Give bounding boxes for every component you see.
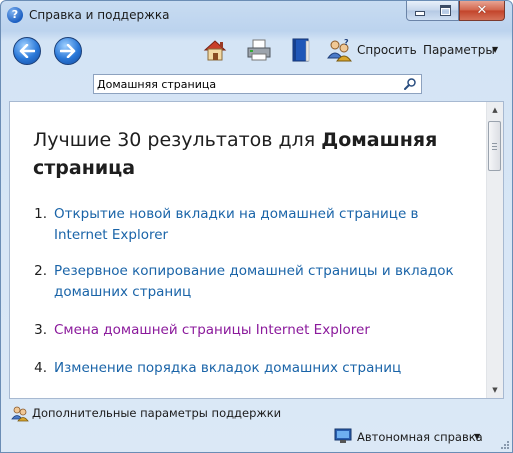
close-button[interactable]: ✕ (459, 1, 505, 21)
maximize-button[interactable] (433, 1, 459, 21)
resize-grip-icon[interactable] (500, 440, 510, 450)
monitor-icon (334, 428, 352, 443)
toolbar: ? Спросить Параметры ▼ (1, 31, 512, 67)
result-number: 1. (34, 206, 47, 222)
result-link[interactable]: Резервное копирование домашней страницы … (54, 261, 454, 303)
scrollbar-thumb[interactable] (488, 121, 501, 171)
search-icon[interactable] (403, 77, 417, 91)
arrow-right-icon (60, 44, 76, 58)
help-content: Лучшие 30 результатов для Домашняя стран… (9, 101, 504, 399)
title-bar: ? Справка и поддержка ✕ (1, 1, 512, 29)
result-number: 2. (34, 263, 47, 279)
printer-icon (247, 39, 271, 61)
people-icon (11, 406, 29, 422)
browse-help-button[interactable] (286, 36, 314, 64)
home-button[interactable] (201, 36, 229, 64)
vertical-scrollbar[interactable]: ▲ ▼ (486, 102, 503, 398)
result-link[interactable]: Изменение порядка вкладок домашних стран… (54, 358, 454, 379)
scroll-up-icon[interactable]: ▲ (487, 102, 503, 118)
svg-text:?: ? (344, 38, 349, 47)
window-title: Справка и поддержка (29, 8, 170, 22)
result-number: 4. (34, 360, 47, 376)
options-menu[interactable]: Параметры (423, 43, 495, 57)
forward-button[interactable] (54, 37, 82, 65)
chevron-down-icon[interactable]: ▼ (474, 432, 480, 441)
results-heading: Лучшие 30 результатов для Домашняя стран… (33, 126, 473, 182)
results-heading-prefix: Лучшие 30 результатов для (33, 129, 322, 151)
arrow-left-icon (19, 44, 35, 58)
close-icon: ✕ (476, 3, 488, 18)
ask-button[interactable]: ? (325, 36, 353, 64)
people-icon: ? (327, 38, 352, 62)
help-window: ? Справка и поддержка ✕ ? Спросить Парам… (0, 0, 513, 453)
result-link[interactable]: Смена домашней страницы Internet Explore… (54, 320, 454, 341)
help-icon: ? (7, 7, 23, 23)
home-icon (203, 40, 227, 61)
chevron-down-icon[interactable]: ▼ (492, 45, 498, 54)
status-bar: Автономная справка ▼ (1, 427, 512, 452)
result-link[interactable]: Открытие новой вкладки на домашней стран… (54, 204, 454, 246)
minimize-button[interactable] (406, 1, 434, 21)
book-icon (292, 38, 310, 62)
ask-link[interactable]: Спросить (357, 43, 417, 57)
back-button[interactable] (13, 37, 41, 65)
maximize-icon (440, 5, 451, 16)
search-box (93, 74, 422, 94)
scroll-down-icon[interactable]: ▼ (487, 382, 503, 398)
more-support-label[interactable]: Дополнительные параметры поддержки (32, 406, 281, 420)
offline-help-menu[interactable]: Автономная справка (357, 430, 483, 444)
print-button[interactable] (245, 36, 273, 64)
search-input[interactable] (97, 76, 397, 92)
minimize-icon (415, 11, 425, 16)
result-number: 3. (34, 322, 47, 338)
